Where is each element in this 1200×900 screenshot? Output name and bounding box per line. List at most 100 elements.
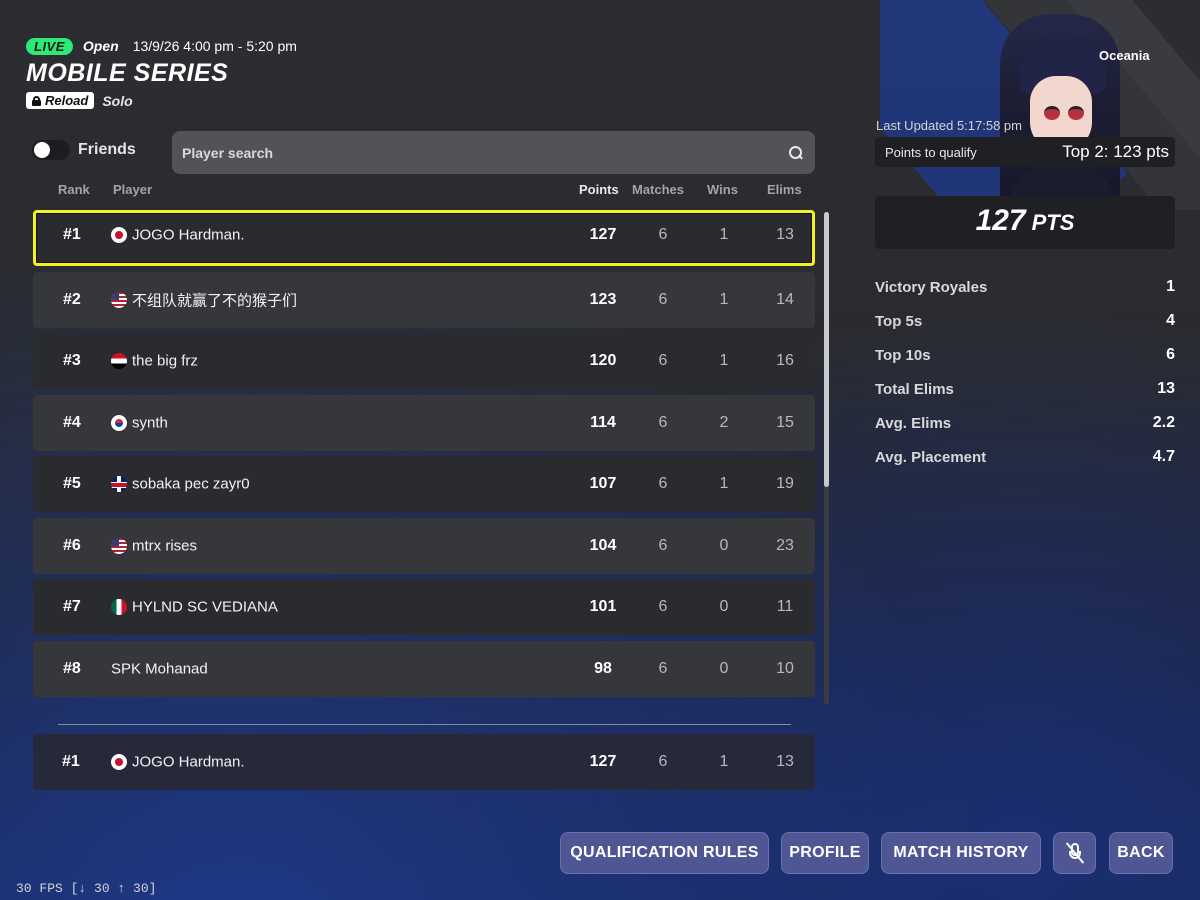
stat-value: 6: [1166, 346, 1175, 363]
stat-label: Top 10s: [875, 346, 931, 364]
qualify-label: Points to qualify: [885, 144, 977, 160]
player-name: SPK Mohanad: [111, 660, 208, 677]
leaderboard-list: #1 JOGO Hardman. 127 6 1 13 #2 不组队就赢了不的猴子们 123 6 1…: [33, 210, 815, 715]
rank: #3: [63, 352, 81, 369]
stat-label: Avg. Elims: [875, 414, 952, 432]
wins: 1: [719, 226, 729, 243]
leaderboard-row[interactable]: #2 不组队就赢了不的猴子们 123 6 1 14: [33, 271, 815, 328]
stat-row: Top 5s 4: [875, 304, 1175, 338]
player-name: 不组队就赢了不的猴子们: [132, 292, 298, 309]
event-header: LIVE Open 13/9/26 4:00 pm - 5:20 pm MOBI…: [26, 36, 297, 109]
player-name: HYLND SC VEDIANA: [132, 598, 278, 616]
leaderboard-row[interactable]: #5 sobaka pec zayr0 107 6 1 19: [33, 456, 815, 512]
total-points-box: 127 PTS: [875, 196, 1175, 249]
player-name: JOGO Hardman.: [132, 226, 245, 244]
matches: 6: [658, 413, 668, 431]
col-matches[interactable]: Matches: [632, 182, 684, 197]
flag-icon: [111, 414, 127, 431]
points: 127: [589, 226, 617, 243]
stat-row: Total Elims 13: [875, 372, 1175, 406]
mute-mic-button[interactable]: [1053, 832, 1096, 874]
points: 107: [589, 475, 617, 492]
matches: 6: [658, 226, 668, 243]
current-player-row[interactable]: #1 JOGO Hardman. 127 6 1 13: [33, 734, 815, 790]
col-wins[interactable]: Wins: [707, 182, 738, 197]
mode-badge-label: Reload: [45, 93, 89, 108]
leaderboard-row[interactable]: #6 mtrx rises 104 6 0 23: [33, 517, 815, 574]
fps-counter: 30 FPS [↓ 30 ↑ 30]: [16, 881, 157, 896]
rank: #5: [63, 475, 81, 492]
wins: 0: [719, 598, 729, 615]
qualification-rules-button[interactable]: QUALIFICATION RULES: [560, 832, 769, 874]
stat-value: 4: [1166, 312, 1175, 329]
points: 98: [594, 659, 612, 677]
elims: 10: [776, 659, 794, 677]
player-name: synth: [132, 414, 168, 431]
elims: 14: [776, 290, 794, 308]
points: 120: [589, 352, 617, 369]
wins: 1: [719, 475, 729, 492]
column-headers: Rank Player Points Matches Wins Elims: [0, 182, 830, 200]
player-search-input[interactable]: [182, 144, 789, 161]
friends-filter[interactable]: Friends: [32, 140, 136, 160]
leaderboard-row[interactable]: #3 the big frz 120 6 1 16: [33, 333, 815, 389]
scrollbar-thumb[interactable]: [824, 212, 829, 487]
stat-row: Avg. Placement 4.7: [875, 440, 1175, 474]
live-badge: LIVE: [26, 37, 73, 55]
player-name: sobaka pec zayr0: [132, 475, 250, 493]
total-points: 127: [975, 204, 1026, 237]
stat-value: 1: [1166, 278, 1175, 295]
wins: 1: [719, 352, 729, 369]
last-updated: Last Updated 5:17:58 pm: [876, 118, 1022, 133]
elims: 19: [776, 475, 794, 492]
rank: #6: [63, 536, 81, 554]
col-elims[interactable]: Elims: [767, 182, 802, 197]
stat-value: 2.2: [1152, 414, 1175, 431]
player-name: mtrx rises: [132, 537, 197, 554]
flag-icon: [111, 754, 127, 770]
flag-icon: [111, 291, 127, 308]
friends-toggle[interactable]: [32, 140, 70, 160]
wins: 1: [719, 290, 729, 308]
points: 123: [589, 290, 617, 308]
elims: 11: [776, 598, 794, 615]
stat-row: Victory Royales 1: [875, 270, 1175, 304]
rank: #2: [63, 290, 81, 308]
points: 114: [590, 413, 616, 431]
flag-icon: [111, 227, 127, 243]
points: 101: [589, 598, 617, 615]
elims: 13: [776, 226, 794, 243]
col-points[interactable]: Points: [579, 182, 619, 197]
stat-row: Top 10s 6: [875, 338, 1175, 372]
col-rank: Rank: [58, 182, 90, 197]
points: 127: [589, 753, 617, 770]
match-history-button[interactable]: MATCH HISTORY: [881, 832, 1041, 874]
wins: 2: [719, 413, 729, 431]
friends-label: Friends: [78, 141, 136, 158]
event-time-range: 13/9/26 4:00 pm - 5:20 pm: [132, 38, 297, 54]
matches: 6: [658, 352, 668, 369]
matches: 6: [658, 659, 668, 677]
list-divider: [58, 724, 791, 725]
flag-icon: [111, 537, 127, 554]
search-icon[interactable]: [789, 145, 803, 160]
back-button[interactable]: BACK: [1109, 832, 1173, 874]
flag-icon: [111, 599, 127, 615]
matches: 6: [658, 598, 668, 615]
rank: #1: [63, 226, 81, 243]
stat-label: Avg. Placement: [875, 448, 987, 466]
matches: 6: [658, 536, 668, 554]
profile-button[interactable]: PROFILE: [781, 832, 869, 874]
leaderboard-row[interactable]: #7 HYLND SC VEDIANA 101 6 0 11: [33, 579, 815, 635]
event-title: MOBILE SERIES: [26, 59, 229, 87]
leaderboard-scrollbar[interactable]: [824, 212, 829, 705]
leaderboard-row[interactable]: #4 synth 114 6 2 15: [33, 394, 815, 451]
leaderboard-row[interactable]: #8 SPK Mohanad 98 6 0 10: [33, 640, 815, 697]
leaderboard-row[interactable]: #1 JOGO Hardman. 127 6 1 13: [33, 210, 815, 266]
elims: 23: [776, 536, 794, 554]
lock-icon: [32, 95, 41, 106]
player-search[interactable]: [172, 131, 815, 174]
matches: 6: [658, 475, 668, 492]
matches: 6: [658, 290, 668, 308]
flag-icon: [111, 476, 127, 492]
